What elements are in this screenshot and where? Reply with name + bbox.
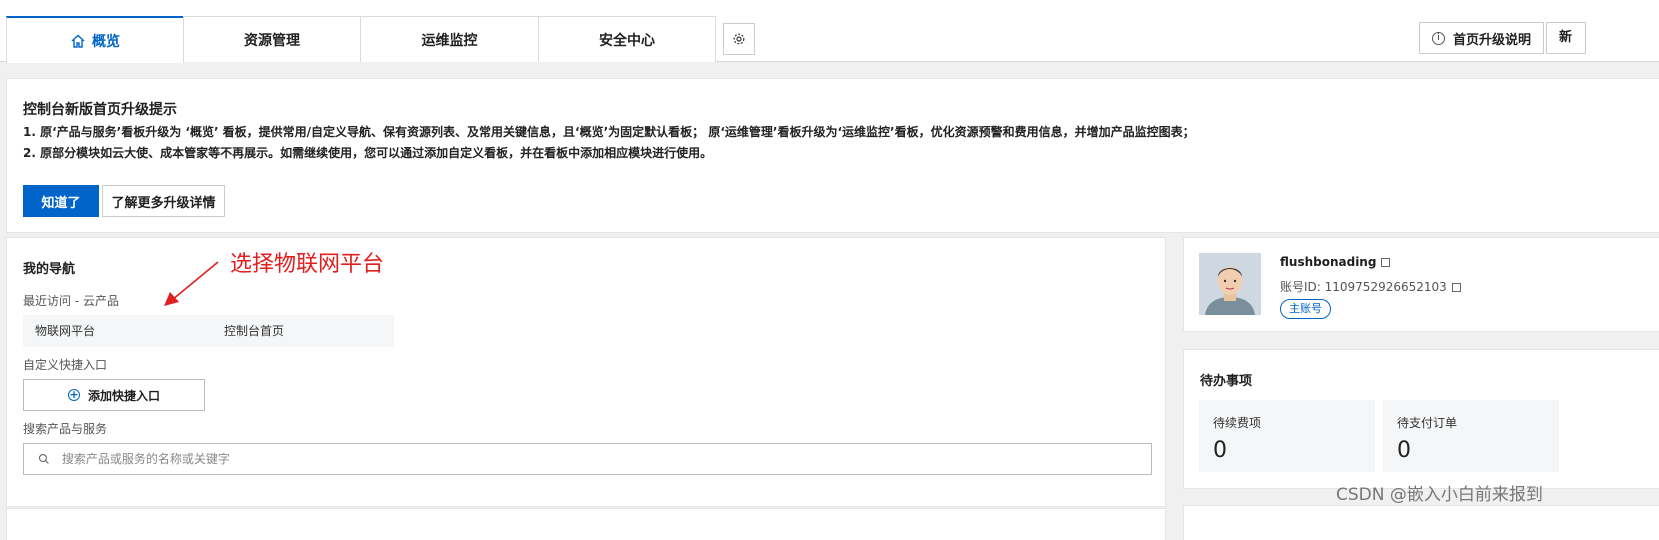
todo-card-value: 0 [1213,438,1227,463]
account-id-text: 账号ID: 1109752926652103 [1280,280,1447,294]
custom-shortcut-label: 自定义快捷入口 [23,358,108,372]
settings-button[interactable] [723,23,755,55]
account-type-badge: 主账号 [1280,299,1331,319]
tab-label: 运维监控 [421,32,478,49]
tab-label: 安全中心 [599,32,655,49]
acknowledge-button[interactable]: 知道了 [23,185,99,217]
product-search-input[interactable] [61,452,1151,466]
new-button[interactable]: 新 [1546,22,1586,54]
tab-resource-management[interactable]: 资源管理 [183,16,361,62]
notice-title: 控制台新版首页升级提示 [23,102,177,118]
tab-overview[interactable]: 概览 [6,16,184,63]
add-shortcut-button[interactable]: + 添加快捷入口 [23,379,205,411]
product-search-box[interactable] [23,443,1152,475]
nav-title: 我的导航 [23,262,76,277]
avatar [1199,253,1261,315]
account-name-text: flushbonading [1280,255,1377,269]
copy-icon[interactable] [1381,258,1391,267]
next-panel-left [6,508,1166,540]
notice-line-2: 2. 原部分模块如云大使、成本管家等不再展示。如需继续使用，您可以通过添加自定义… [23,146,713,160]
info-icon: i [1431,31,1445,45]
tab-label: 资源管理 [244,32,300,49]
watermark: CSDN @嵌入小白前来报到 [1336,485,1543,505]
plus-icon: + [67,388,80,401]
tab-ops-monitoring[interactable]: 运维监控 [360,16,539,62]
annotation-text: 选择物联网平台 [230,252,385,277]
search-label: 搜索产品与服务 [23,422,108,436]
home-icon [71,34,85,48]
upgrade-info-label: 首页升级说明 [1452,32,1531,48]
account-panel: flushbonading 账号ID: 1109752926652103 主账号 [1183,237,1659,332]
todo-card-value: 0 [1397,438,1411,463]
annotation-arrow-icon [164,261,219,306]
account-id: 账号ID: 1109752926652103 [1280,278,1461,295]
search-icon [38,454,49,464]
tab-label: 概览 [92,33,120,50]
notice-line-1: 1. 原‘产品与服务’看板升级为 ‘概览’ 看板，提供常用/自定义导航、保有资源… [23,125,1195,139]
recent-item-console-home[interactable]: 控制台首页 [212,315,394,347]
todo-card-label: 待续费项 [1213,416,1262,430]
top-tab-bar: 概览 资源管理 运维监控 安全中心 i 首页升级说明 新 [0,0,1659,63]
todo-card-unpaid-orders[interactable]: 待支付订单 0 [1383,400,1559,472]
tab-security-center[interactable]: 安全中心 [538,16,716,62]
todo-card-renewals[interactable]: 待续费项 0 [1199,400,1375,472]
add-shortcut-label: 添加快捷入口 [87,388,160,403]
learn-more-button[interactable]: 了解更多升级详情 [102,185,225,217]
todo-title: 待办事项 [1200,374,1253,389]
todo-card-label: 待支付订单 [1397,416,1458,430]
copy-icon[interactable] [1451,283,1461,292]
upgrade-info-button[interactable]: i 首页升级说明 [1419,22,1544,54]
upgrade-notice-panel: 控制台新版首页升级提示 1. 原‘产品与服务’看板升级为 ‘概览’ 看板，提供常… [6,78,1659,233]
next-panel-right [1183,505,1659,540]
recent-item-iot-platform[interactable]: 物联网平台 [23,315,215,347]
gear-icon [733,33,745,45]
account-name: flushbonading [1280,255,1391,269]
recent-label: 最近访问 - 云产品 [23,294,119,308]
todo-panel: 待办事项 待续费项 0 待支付订单 0 [1183,349,1659,489]
